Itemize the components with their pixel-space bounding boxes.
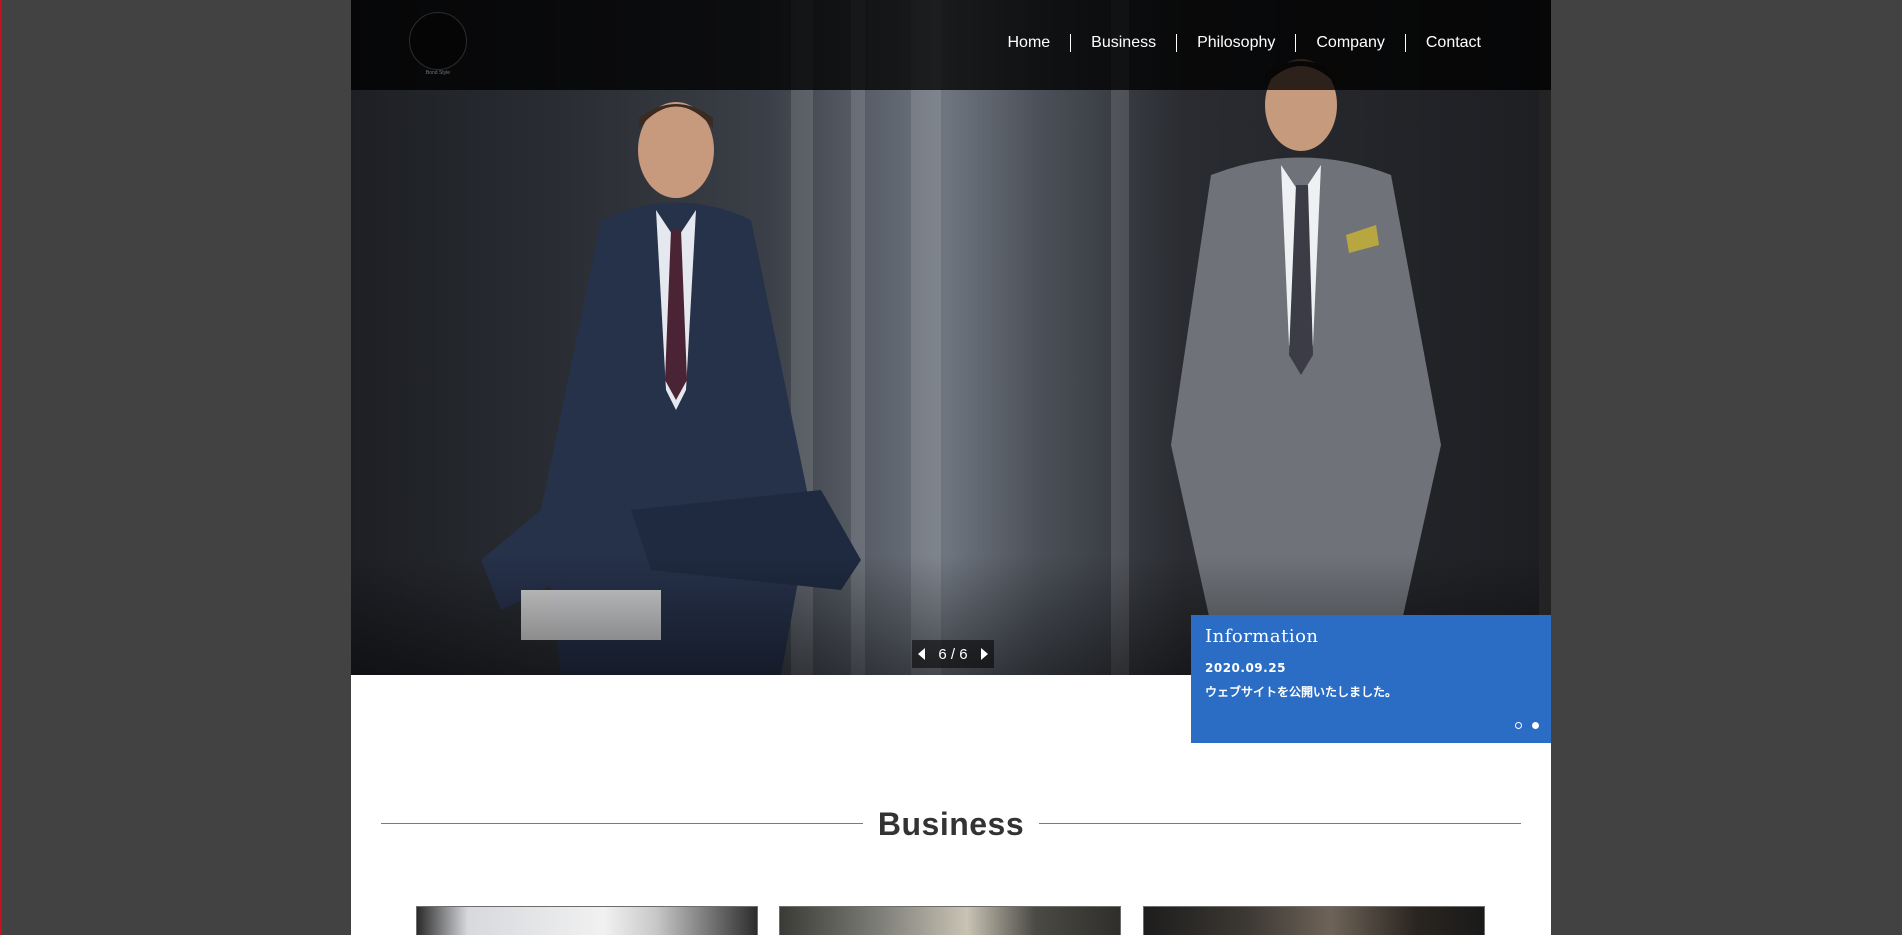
logo[interactable] <box>409 12 467 70</box>
information-title: Information <box>1205 626 1319 647</box>
slider-pager: 6 / 6 <box>912 640 994 668</box>
window-edge <box>0 0 2 935</box>
prev-arrow-icon[interactable] <box>918 648 925 660</box>
slide-counter: 6 / 6 <box>938 645 968 663</box>
business-section-heading: Business <box>381 803 1521 843</box>
dot-indicator-active[interactable] <box>1532 722 1539 729</box>
nav-business[interactable]: Business <box>1071 34 1176 52</box>
nav-contact[interactable]: Contact <box>1406 34 1501 52</box>
page: Bond Style Home Business Philosophy Comp… <box>351 0 1551 935</box>
hero-edge <box>1539 0 1551 675</box>
hero-slider <box>351 0 1539 675</box>
nav-home[interactable]: Home <box>987 34 1070 52</box>
business-card-image[interactable] <box>1143 906 1485 935</box>
news-date: 2020.09.25 <box>1205 661 1286 675</box>
nav-company[interactable]: Company <box>1296 34 1404 52</box>
business-card-image[interactable] <box>779 906 1121 935</box>
section-title: Business <box>877 806 1025 842</box>
logo-text: Bond Style <box>425 70 451 76</box>
business-card-image[interactable] <box>416 906 758 935</box>
main-nav: Home Business Philosophy Company Contact <box>987 34 1501 52</box>
nav-philosophy[interactable]: Philosophy <box>1177 34 1295 52</box>
site-header: Bond Style Home Business Philosophy Comp… <box>351 0 1551 90</box>
dot-indicator[interactable] <box>1515 722 1522 729</box>
information-panel: Information 2020.09.25 ウェブサイトを公開いたしました。 <box>1191 615 1551 743</box>
next-arrow-icon[interactable] <box>981 648 988 660</box>
information-dots <box>1515 722 1539 729</box>
model-grey-suit-image <box>1171 59 1441 625</box>
news-text[interactable]: ウェブサイトを公開いたしました。 <box>1205 683 1537 700</box>
